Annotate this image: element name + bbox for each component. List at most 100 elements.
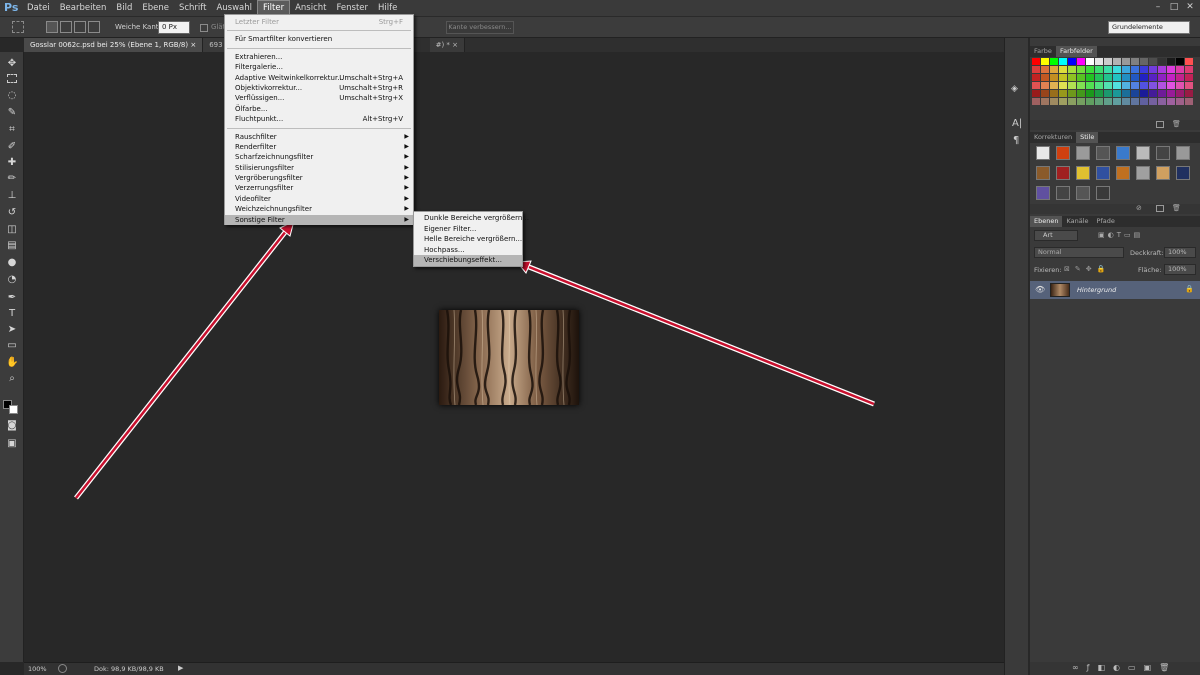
color-swatch[interactable] (1068, 66, 1076, 73)
color-swatch[interactable] (1050, 58, 1058, 65)
color-swatch[interactable] (1113, 66, 1121, 73)
trash-icon[interactable]: 🗑 (1172, 120, 1181, 128)
new-selection-icon[interactable] (46, 21, 58, 33)
opacity-input[interactable]: 100% (1164, 247, 1196, 258)
crop-tool-icon[interactable]: ⌗ (6, 124, 18, 136)
color-swatch[interactable] (1131, 98, 1139, 105)
color-swatch[interactable] (1185, 98, 1193, 105)
blur-tool-icon[interactable]: ● (6, 257, 18, 269)
color-swatch[interactable] (1131, 90, 1139, 97)
color-swatch[interactable] (1104, 58, 1112, 65)
style-preset[interactable] (1096, 146, 1110, 160)
color-swatch[interactable] (1140, 90, 1148, 97)
color-swatch[interactable] (1131, 82, 1139, 89)
dodge-tool-icon[interactable]: ◔ (6, 274, 18, 286)
style-preset[interactable] (1036, 166, 1050, 180)
menu-bearbeiten[interactable]: Bearbeiten (55, 0, 112, 16)
menu-item-filter-1[interactable]: Filtergalerie... (225, 62, 413, 72)
menu-item-submenu-2[interactable]: Scharfzeichnungsfilter ▶ (225, 152, 413, 162)
color-swatch[interactable] (1050, 66, 1058, 73)
type-tool-icon[interactable]: T (6, 308, 18, 320)
color-swatch[interactable] (1167, 98, 1175, 105)
paragraph-panel-icon[interactable]: ¶ (1013, 135, 1019, 146)
color-swatch[interactable] (1113, 58, 1121, 65)
style-preset[interactable] (1176, 146, 1190, 160)
subtract-selection-icon[interactable] (74, 21, 86, 33)
style-preset[interactable] (1056, 146, 1070, 160)
panel-tab-pfade[interactable]: Pfade (1093, 216, 1119, 227)
color-swatch[interactable] (1068, 98, 1076, 105)
add-selection-icon[interactable] (60, 21, 72, 33)
color-swatch[interactable] (1077, 90, 1085, 97)
color-swatch[interactable] (1041, 82, 1049, 89)
color-swatch[interactable] (1158, 58, 1166, 65)
style-preset[interactable] (1116, 146, 1130, 160)
fill-input[interactable]: 100% (1164, 264, 1196, 275)
color-swatch[interactable] (1050, 74, 1058, 81)
color-swatch[interactable] (1113, 82, 1121, 89)
color-swatch[interactable] (1104, 90, 1112, 97)
panel-tab-farbe[interactable]: Farbe (1030, 46, 1056, 57)
menu-bild[interactable]: Bild (111, 0, 137, 16)
color-swatch[interactable] (1041, 90, 1049, 97)
eraser-icon[interactable]: ◫ (6, 224, 18, 236)
marquee-tool-icon[interactable] (12, 21, 24, 33)
color-swatch[interactable] (1158, 74, 1166, 81)
layer-row-hintergrund[interactable]: 👁 Hintergrund 🔒 (1030, 281, 1200, 299)
marquee-tool-icon[interactable] (7, 74, 17, 83)
color-swatch[interactable] (1167, 58, 1175, 65)
color-swatch[interactable] (1104, 66, 1112, 73)
menu-item-filter-3[interactable]: Objektivkorrektur... Umschalt+Strg+R (225, 83, 413, 93)
color-swatch[interactable] (1131, 74, 1139, 81)
color-swatch[interactable] (1077, 66, 1085, 73)
menu-item-filter-6[interactable]: Fluchtpunkt... Alt+Strg+V (225, 114, 413, 124)
menu-item-filter-0[interactable]: Extrahieren... (225, 52, 413, 62)
color-swatch[interactable] (1077, 98, 1085, 105)
layer-visibility-eye-icon[interactable]: 👁 (1035, 285, 1045, 294)
color-swatch[interactable] (1185, 74, 1193, 81)
status-menu-arrow-icon[interactable]: ▶ (178, 664, 183, 672)
menu-item-filter-5[interactable]: Ölfarbe... (225, 104, 413, 114)
color-swatch[interactable] (1059, 58, 1067, 65)
healing-brush-icon[interactable]: ✚ (6, 157, 18, 169)
history-brush-icon[interactable]: ↺ (6, 207, 18, 219)
color-swatch[interactable] (1050, 90, 1058, 97)
panel-tab-ebenen[interactable]: Ebenen (1030, 216, 1063, 227)
color-swatch[interactable] (1131, 58, 1139, 65)
color-swatch[interactable] (1068, 58, 1076, 65)
color-swatch[interactable] (1032, 98, 1040, 105)
color-swatch[interactable] (1050, 98, 1058, 105)
color-swatch[interactable] (1086, 74, 1094, 81)
lock-icons[interactable]: ⊠✎✥🔒 (1064, 265, 1110, 273)
zoom-level[interactable]: 100% (28, 665, 47, 673)
color-swatch[interactable] (1086, 90, 1094, 97)
color-swatch[interactable] (1176, 58, 1184, 65)
eyedropper-icon[interactable]: ✐ (6, 141, 18, 153)
tab-document-3[interactable]: #) * × (429, 38, 466, 52)
color-swatch[interactable] (1131, 66, 1139, 73)
color-swatch[interactable] (1095, 90, 1103, 97)
color-swatch[interactable] (1059, 66, 1067, 73)
color-swatch[interactable] (1122, 66, 1130, 73)
panel-tab-farbfelder[interactable]: Farbfelder (1055, 46, 1097, 57)
workspace-select[interactable]: Grundelemente (1108, 21, 1190, 34)
style-preset[interactable] (1076, 146, 1090, 160)
color-swatch[interactable] (1068, 74, 1076, 81)
color-swatch[interactable] (1122, 90, 1130, 97)
color-swatch[interactable] (1176, 74, 1184, 81)
color-swatch[interactable] (1140, 82, 1148, 89)
color-swatch[interactable] (1032, 58, 1040, 65)
color-swatch[interactable] (1122, 74, 1130, 81)
color-swatch[interactable] (1167, 82, 1175, 89)
menu-item-submenu-7[interactable]: Weichzeichnungsfilter ▶ (225, 204, 413, 214)
color-swatch[interactable] (1041, 58, 1049, 65)
color-swatch[interactable] (1104, 98, 1112, 105)
color-swatch[interactable] (1149, 74, 1157, 81)
color-swatch[interactable] (1122, 58, 1130, 65)
new-style-icon[interactable] (1156, 205, 1164, 212)
color-swatch[interactable] (1104, 82, 1112, 89)
export-icon[interactable] (58, 664, 67, 673)
pen-tool-icon[interactable]: ✒ (6, 292, 18, 304)
tab-document-1[interactable]: Gosslar 0062c.psd bei 25% (Ebene 1, RGB/… (24, 38, 204, 52)
color-swatch[interactable] (1140, 66, 1148, 73)
